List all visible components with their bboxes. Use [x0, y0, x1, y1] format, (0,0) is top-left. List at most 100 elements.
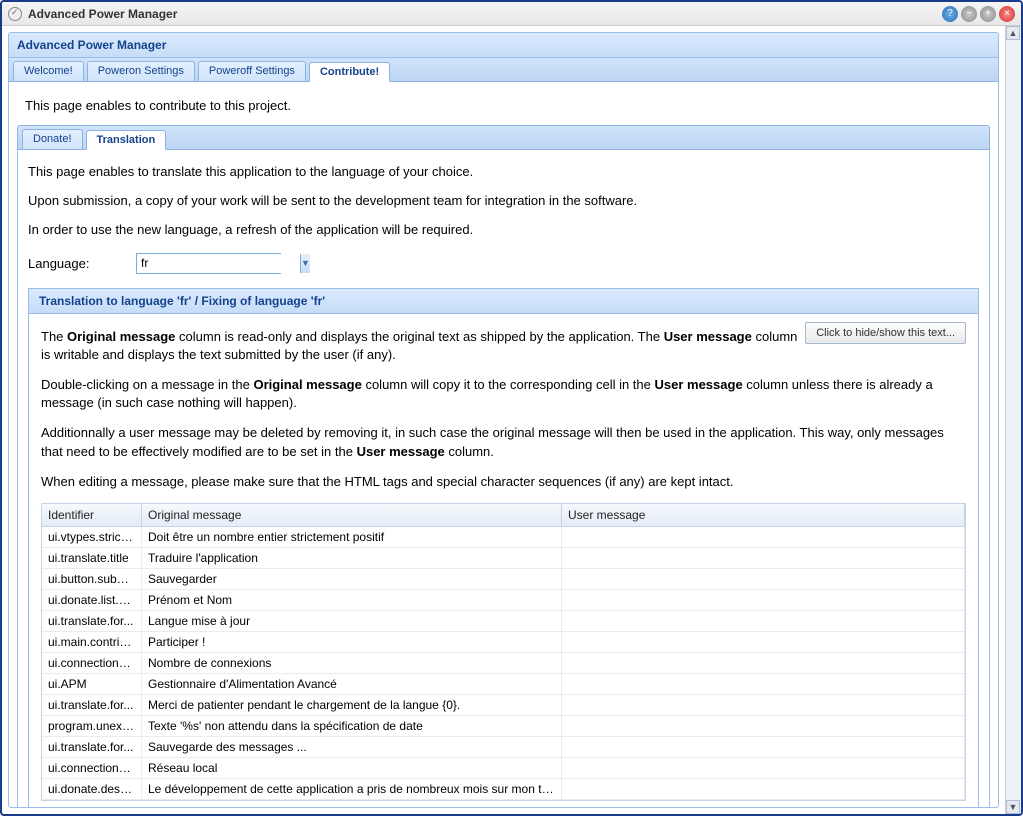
cell-user-message[interactable]	[562, 653, 965, 673]
chevron-down-icon[interactable]: ▼	[300, 254, 310, 273]
table-row: ui.APMGestionnaire d'Alimentation Avancé	[42, 674, 965, 695]
cell-user-message[interactable]	[562, 632, 965, 652]
table-row: ui.translate.titleTraduire l'application	[42, 548, 965, 569]
help-p3: Additionnally a user message may be dele…	[41, 424, 966, 460]
cell-identifier: ui.translate.title	[42, 548, 142, 568]
toggle-text-button[interactable]: Click to hide/show this text...	[805, 322, 966, 344]
col-original-message[interactable]: Original message	[142, 504, 562, 526]
cell-original-message[interactable]: Langue mise à jour	[142, 611, 562, 631]
window-title: Advanced Power Manager	[28, 7, 942, 21]
cell-user-message[interactable]	[562, 695, 965, 715]
tab-donate[interactable]: Donate!	[22, 129, 83, 149]
cell-original-message[interactable]: Gestionnaire d'Alimentation Avancé	[142, 674, 562, 694]
grid-header: Identifier Original message User message	[42, 504, 965, 527]
table-row: ui.donate.descr...Le développement de ce…	[42, 779, 965, 800]
cell-original-message[interactable]: Sauvegarder	[142, 569, 562, 589]
vertical-scrollbar[interactable]: ▲ ▼	[1005, 26, 1021, 814]
main-panel: Advanced Power Manager Welcome! Poweron …	[8, 32, 999, 808]
language-input[interactable]	[137, 254, 300, 273]
cell-user-message[interactable]	[562, 569, 965, 589]
cell-original-message[interactable]: Le développement de cette application a …	[142, 779, 562, 799]
table-row: ui.translate.for...Langue mise à jour	[42, 611, 965, 632]
cell-identifier: ui.translate.for...	[42, 695, 142, 715]
cell-original-message[interactable]: Prénom et Nom	[142, 590, 562, 610]
minimize-icon[interactable]: −	[961, 6, 977, 22]
cell-identifier: ui.donate.list.na...	[42, 590, 142, 610]
table-row: ui.main.contrib...Participer !	[42, 632, 965, 653]
cell-original-message[interactable]: Texte '%s' non attendu dans la spécifica…	[142, 716, 562, 736]
cell-original-message[interactable]: Merci de patienter pendant le chargement…	[142, 695, 562, 715]
tab-translation[interactable]: Translation	[86, 130, 167, 150]
main-content: Advanced Power Manager Welcome! Poweron …	[2, 26, 1005, 814]
table-row: ui.vtypes.strictI...Doit être un nombre …	[42, 527, 965, 548]
sub-tabbar: Donate! Translation	[17, 125, 990, 150]
sub-panel: This page enables to translate this appl…	[17, 150, 990, 807]
cell-original-message[interactable]: Sauvegarde des messages ...	[142, 737, 562, 757]
main-tabbar: Welcome! Poweron Settings Poweroff Setti…	[9, 58, 998, 82]
cell-identifier: ui.APM	[42, 674, 142, 694]
window-buttons: ? − + ×	[942, 6, 1015, 22]
language-label: Language:	[28, 256, 128, 271]
maximize-icon[interactable]: +	[980, 6, 996, 22]
help-text: The Original message column is read-only…	[41, 328, 966, 491]
cell-user-message[interactable]	[562, 590, 965, 610]
tab-poweron-settings[interactable]: Poweron Settings	[87, 61, 195, 81]
cell-identifier: ui.button.submi...	[42, 569, 142, 589]
translation-section-body: Click to hide/show this text... The Orig…	[28, 314, 979, 807]
tab-body: This page enables to contribute to this …	[9, 82, 998, 807]
cell-identifier: ui.translate.for...	[42, 737, 142, 757]
desc-p2: Upon submission, a copy of your work wil…	[28, 193, 979, 210]
language-row: Language: ▼	[28, 253, 979, 274]
desc-p3: In order to use the new language, a refr…	[28, 222, 979, 239]
help-icon[interactable]: ?	[942, 6, 958, 22]
help-p2: Double-clicking on a message in the Orig…	[41, 376, 966, 412]
language-combo[interactable]: ▼	[136, 253, 281, 274]
translate-description: This page enables to translate this appl…	[28, 164, 979, 239]
table-row: ui.connections.l...Réseau local	[42, 758, 965, 779]
app-window: Advanced Power Manager ? − + × Advanced …	[0, 0, 1023, 816]
page-intro: This page enables to contribute to this …	[17, 94, 990, 125]
table-row: ui.donate.list.na...Prénom et Nom	[42, 590, 965, 611]
cell-identifier: ui.translate.for...	[42, 611, 142, 631]
help-p4: When editing a message, please make sure…	[41, 473, 966, 491]
cell-user-message[interactable]	[562, 674, 965, 694]
close-icon[interactable]: ×	[999, 6, 1015, 22]
cell-original-message[interactable]: Traduire l'application	[142, 548, 562, 568]
table-row: ui.translate.for...Sauvegarde des messag…	[42, 737, 965, 758]
table-row: ui.translate.for...Merci de patienter pe…	[42, 695, 965, 716]
cell-identifier: ui.donate.descr...	[42, 779, 142, 799]
cell-identifier: ui.connections.l...	[42, 758, 142, 778]
col-identifier[interactable]: Identifier	[42, 504, 142, 526]
translation-grid: Identifier Original message User message…	[41, 503, 966, 801]
cell-identifier: ui.connections....	[42, 653, 142, 673]
cell-user-message[interactable]	[562, 548, 965, 568]
cell-original-message[interactable]: Doit être un nombre entier strictement p…	[142, 527, 562, 547]
app-icon	[8, 7, 22, 21]
cell-user-message[interactable]	[562, 527, 965, 547]
tab-poweroff-settings[interactable]: Poweroff Settings	[198, 61, 306, 81]
table-row: ui.button.submi...Sauvegarder	[42, 569, 965, 590]
cell-identifier: program.unexp...	[42, 716, 142, 736]
titlebar: Advanced Power Manager ? − + ×	[2, 2, 1021, 26]
cell-user-message[interactable]	[562, 779, 965, 799]
cell-original-message[interactable]: Réseau local	[142, 758, 562, 778]
table-row: ui.connections....Nombre de connexions	[42, 653, 965, 674]
cell-user-message[interactable]	[562, 737, 965, 757]
table-row: program.unexp...Texte '%s' non attendu d…	[42, 716, 965, 737]
cell-user-message[interactable]	[562, 758, 965, 778]
cell-user-message[interactable]	[562, 611, 965, 631]
tab-contribute[interactable]: Contribute!	[309, 62, 390, 82]
sub-body: This page enables to translate this appl…	[18, 150, 989, 807]
cell-user-message[interactable]	[562, 716, 965, 736]
cell-original-message[interactable]: Participer !	[142, 632, 562, 652]
cell-original-message[interactable]: Nombre de connexions	[142, 653, 562, 673]
content-wrap: Advanced Power Manager Welcome! Poweron …	[2, 26, 1021, 814]
col-user-message[interactable]: User message	[562, 504, 965, 526]
cell-identifier: ui.vtypes.strictI...	[42, 527, 142, 547]
grid-body: ui.vtypes.strictI...Doit être un nombre …	[42, 527, 965, 800]
scroll-up-icon[interactable]: ▲	[1006, 26, 1020, 40]
panel-title: Advanced Power Manager	[9, 33, 998, 58]
scroll-down-icon[interactable]: ▼	[1006, 800, 1020, 814]
cell-identifier: ui.main.contrib...	[42, 632, 142, 652]
tab-welcome[interactable]: Welcome!	[13, 61, 84, 81]
